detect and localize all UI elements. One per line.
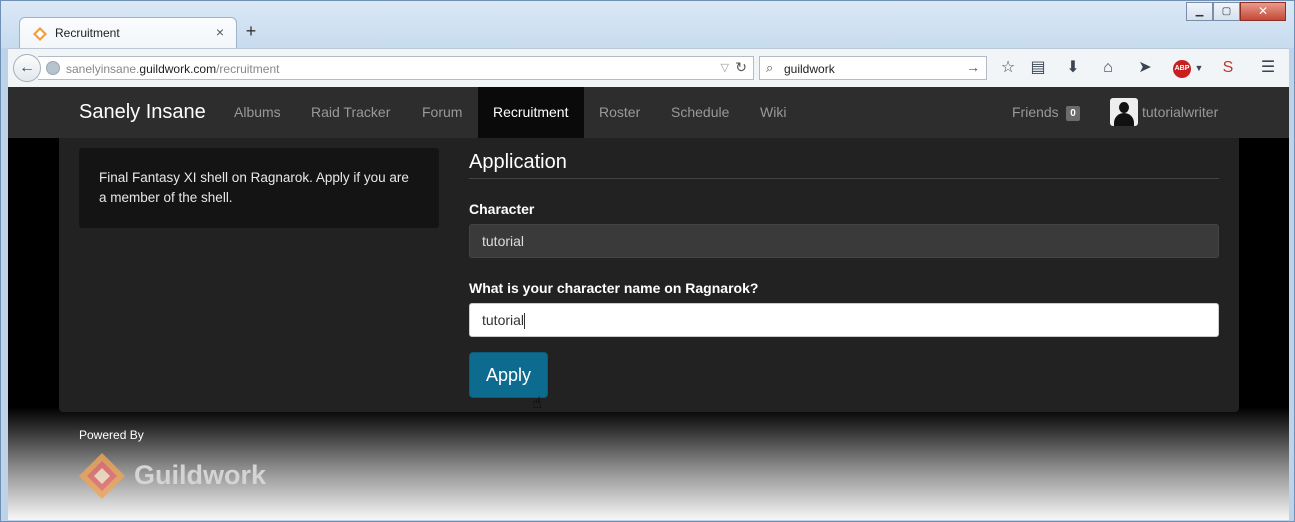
nav-recruitment[interactable]: Recruitment <box>478 87 584 138</box>
reading-list-icon[interactable]: ▤ <box>1028 58 1048 78</box>
browser-toolbar: sanelyinsane.guildwork.com/recruitment ▽… <box>8 48 1289 87</box>
apply-button[interactable]: Apply ☝ <box>469 352 548 412</box>
nav-roster[interactable]: Roster <box>599 104 640 120</box>
username-link[interactable]: tutorialwriter <box>1142 104 1218 120</box>
globe-icon <box>46 61 60 75</box>
search-bar[interactable]: ⌕ guildwork → <box>759 56 987 80</box>
site-brand[interactable]: Sanely Insane <box>79 101 206 124</box>
powered-by-label: Powered By <box>79 428 144 442</box>
guildwork-logo-icon[interactable] <box>79 453 125 499</box>
character-value: tutorial <box>482 233 525 249</box>
minimize-button[interactable]: ▁ <box>1186 2 1213 21</box>
application-form: Application Character tutorial What is y… <box>469 151 1219 412</box>
window-controls: ▁ ▢ ✕ <box>1186 2 1286 22</box>
nav-schedule[interactable]: Schedule <box>671 104 729 120</box>
browser-window: Recruitment × + ▁ ▢ ✕ sanelyinsane.guild… <box>0 0 1295 522</box>
title-bar: Recruitment × + ▁ ▢ ✕ <box>1 1 1294 48</box>
nav-albums[interactable]: Albums <box>234 104 281 120</box>
nav-raid-tracker[interactable]: Raid Tracker <box>311 104 390 120</box>
site-navbar: Sanely Insane Albums Raid Tracker Forum … <box>8 87 1289 138</box>
guild-description: Final Fantasy XI shell on Ragnarok. Appl… <box>99 170 409 205</box>
maximize-button[interactable]: ▢ <box>1213 2 1240 21</box>
character-label: Character <box>469 201 535 217</box>
friends-link[interactable]: Friends <box>1012 104 1059 120</box>
character-field[interactable]: tutorial <box>469 224 1219 258</box>
search-go-icon[interactable]: → <box>966 59 980 75</box>
character-name-value: tutorial <box>482 312 525 328</box>
nav-forum[interactable]: Forum <box>422 104 462 120</box>
friends-count-badge: 0 <box>1066 106 1080 121</box>
text-caret <box>524 313 526 330</box>
new-tab-button[interactable]: + <box>243 21 259 42</box>
download-icon[interactable]: ⬇ <box>1063 58 1083 78</box>
close-window-button[interactable]: ✕ <box>1240 2 1286 21</box>
hand-cursor-icon: ☝ <box>532 395 542 412</box>
tab-title: Recruitment <box>55 26 120 40</box>
browser-tab[interactable]: Recruitment × <box>19 17 237 48</box>
search-input: guildwork <box>784 62 835 76</box>
arrow-left-icon: ← <box>19 59 35 76</box>
question-label: What is your character name on Ragnarok? <box>469 280 759 296</box>
avatar-body <box>1114 113 1134 126</box>
avatar[interactable] <box>1110 98 1138 126</box>
reload-icon[interactable]: ↻ <box>735 59 747 76</box>
home-icon[interactable]: ⌂ <box>1098 58 1118 78</box>
page-viewport: Sanely Insane Albums Raid Tracker Forum … <box>8 87 1289 520</box>
nav-recruitment-label: Recruitment <box>493 104 569 120</box>
apply-label: Apply <box>485 365 532 385</box>
tab-close-icon[interactable]: × <box>216 24 224 40</box>
url-dropdown-icon[interactable]: ▽ <box>721 61 729 74</box>
avatar-head <box>1119 102 1129 113</box>
character-name-input[interactable]: tutorial <box>469 303 1219 337</box>
content-panel: Final Fantasy XI shell on Ragnarok. Appl… <box>59 138 1239 412</box>
bookmark-star-icon[interactable]: ☆ <box>998 58 1018 78</box>
form-title: Application <box>469 151 1219 179</box>
menu-icon[interactable]: ☰ <box>1258 58 1278 78</box>
url-text: sanelyinsane.guildwork.com/recruitment <box>66 62 280 76</box>
nav-wiki[interactable]: Wiki <box>760 104 786 120</box>
send-icon[interactable]: ➤ <box>1135 58 1155 78</box>
addon-s-icon[interactable]: S <box>1218 58 1238 78</box>
dropdown-caret-icon[interactable]: ▼ <box>1189 58 1209 78</box>
guildwork-favicon-icon <box>33 27 47 41</box>
guild-description-box: Final Fantasy XI shell on Ragnarok. Appl… <box>79 148 439 228</box>
back-button[interactable]: ← <box>13 54 41 82</box>
search-icon: ⌕ <box>766 60 774 75</box>
guildwork-wordmark[interactable]: Guildwork <box>134 460 266 491</box>
url-bar[interactable]: sanelyinsane.guildwork.com/recruitment ▽… <box>38 56 754 80</box>
